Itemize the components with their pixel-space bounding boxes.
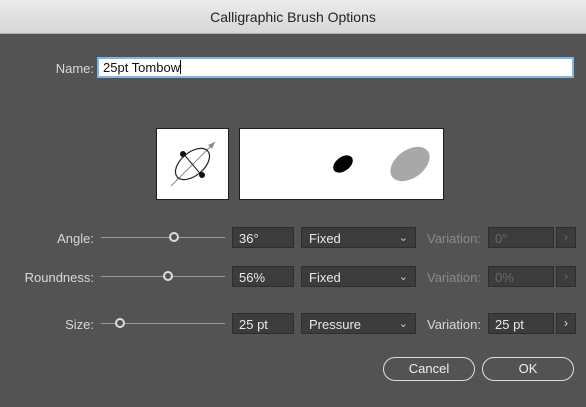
size-input[interactable]: 25 pt (232, 313, 294, 334)
name-label: Name: (55, 61, 94, 76)
angle-roundness-icon (170, 141, 216, 187)
dialog-title: Calligraphic Brush Options (210, 9, 376, 25)
size-label: Size: (65, 317, 94, 332)
size-variation-input[interactable]: 25 pt (488, 313, 554, 334)
angle-variation-label: Variation: (427, 231, 481, 246)
ok-button[interactable]: OK (482, 357, 574, 381)
size-mode-value: Pressure (309, 317, 362, 332)
angle-mode-select[interactable]: Fixed ⌄ (301, 227, 416, 248)
cancel-button[interactable]: Cancel (383, 357, 475, 381)
name-field[interactable]: 25pt Tombow (97, 57, 574, 78)
roundness-mode-value: Fixed (309, 270, 341, 285)
angle-input[interactable]: 36° (232, 227, 294, 248)
roundness-slider-knob[interactable] (163, 271, 173, 281)
name-field-value: 25pt Tombow (103, 60, 181, 75)
chevron-right-icon: › (556, 227, 576, 248)
angle-slider-track[interactable] (101, 237, 225, 238)
chevron-down-icon: ⌄ (398, 271, 408, 283)
angle-label: Angle: (57, 231, 94, 246)
brush-angle-preview[interactable] (156, 128, 229, 200)
chevron-right-icon: › (556, 266, 576, 287)
brush-shape-preview (239, 128, 444, 200)
roundness-variation-label: Variation: (427, 270, 481, 285)
brush-shape-icon (333, 146, 430, 182)
size-mode-select[interactable]: Pressure ⌄ (301, 313, 416, 334)
roundness-variation-input: 0% (488, 266, 554, 287)
roundness-input[interactable]: 56% (232, 266, 294, 287)
text-cursor (180, 60, 182, 74)
calligraphic-brush-dialog: Calligraphic Brush Options Name: 25pt To… (0, 0, 586, 407)
chevron-down-icon: ⌄ (398, 232, 408, 244)
angle-mode-value: Fixed (309, 231, 341, 246)
title-bar[interactable]: Calligraphic Brush Options (0, 0, 586, 34)
roundness-mode-select[interactable]: Fixed ⌄ (301, 266, 416, 287)
roundness-label: Roundness: (24, 270, 94, 285)
size-variation-label: Variation: (427, 317, 481, 332)
angle-slider-knob[interactable] (169, 232, 179, 242)
angle-variation-input: 0° (488, 227, 554, 248)
chevron-right-icon[interactable]: › (556, 313, 576, 334)
chevron-down-icon: ⌄ (398, 318, 408, 330)
size-slider-knob[interactable] (115, 318, 125, 328)
